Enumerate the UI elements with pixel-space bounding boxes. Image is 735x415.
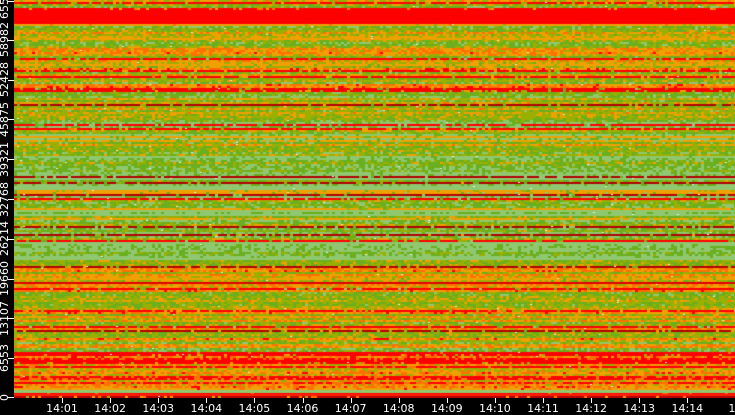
y-tick-label: 26214 [0,221,11,257]
x-tick-label: 14:14 [671,402,704,415]
y-tick-label: 19660 [0,261,11,297]
x-tick-label: 14:12 [575,402,607,415]
y-tick-label: 39321 [0,141,11,177]
x-tick-label: 14:08 [382,402,415,415]
x-tick-label: 14:06 [286,402,319,415]
x-tick-label: 14:07 [334,402,367,415]
y-tick-label: 32768 [0,181,11,217]
y-tick-label: 6553 [0,344,11,373]
y-tick-label: 52428 [0,62,11,98]
x-tick-label: 14:13 [623,402,656,415]
heatmap-plot-area [14,0,735,398]
x-tick-label: 14 [728,402,735,415]
x-tick-label: 14:01 [46,402,78,415]
x-tick-label: 14:11 [527,402,559,415]
x-tick-label: 14:05 [238,402,271,415]
x-tick-label: 14:09 [430,402,463,415]
x-tick-label: 14:10 [479,402,511,415]
y-tick-label: 45875 [0,101,11,137]
x-tick-label: 14:02 [94,402,126,415]
y-tick-label: 0 [0,394,11,401]
y-tick-label: 13107 [0,300,11,336]
y-tick-label: 58982 [0,22,11,58]
heatmap-canvas [14,0,735,398]
y-tick-label: 65536 [0,0,11,19]
x-tick-label: 14:04 [190,402,223,415]
x-tick-label: 14:03 [142,402,175,415]
